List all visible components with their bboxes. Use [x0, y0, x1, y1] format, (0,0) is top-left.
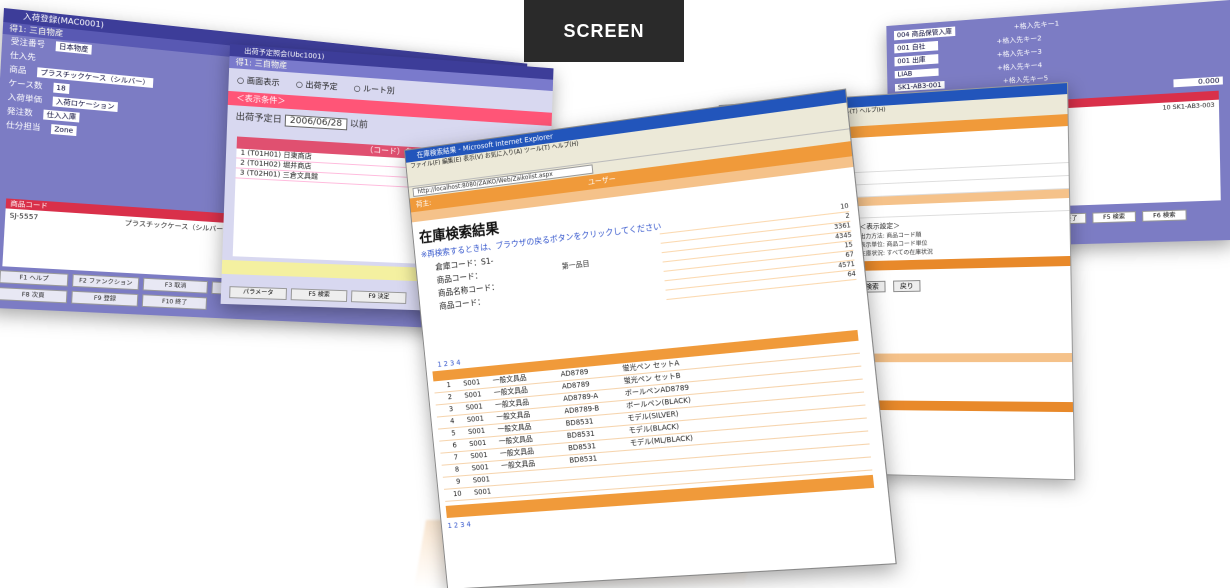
field-label: +格入先キー1 — [1013, 19, 1060, 31]
category — [504, 487, 572, 492]
screen-badge: SCREEN — [524, 0, 684, 62]
field-value[interactable]: 日本物産 — [55, 41, 92, 55]
category — [503, 475, 571, 480]
function-key-button[interactable]: F8 次頁 — [0, 287, 68, 304]
date-label: 出荷予定日 — [235, 112, 283, 126]
row-number: 8 — [454, 465, 460, 474]
result-list: 1 2 3 4 1 S001 一般文具品AD8789蛍光ペン セットA 2 S001 一般… — [431, 317, 875, 530]
grid-row-code: SJ-5557 — [9, 211, 39, 222]
field-label: ケース数 — [8, 78, 43, 91]
row-number: 5 — [450, 429, 457, 438]
field-value[interactable]: 001 出庫 — [894, 54, 939, 67]
field-value[interactable]: 仕入入庫 — [43, 109, 80, 123]
screenshot-collage: SCREEN 入荷登録(MAC0001) 得1: 三自物産 受注番号 日本物産 仕入… — [0, 0, 1230, 588]
row-number: 6 — [452, 441, 458, 450]
field-label: +格入先キー3 — [996, 47, 1042, 59]
function-key-button[interactable]: パラメータ — [229, 286, 288, 301]
row-number: 1 — [446, 380, 452, 390]
field-label: 仕入先 — [9, 50, 37, 63]
field-label: 受注番号 — [10, 36, 46, 50]
warehouse-code: S001 — [473, 487, 492, 497]
display-option[interactable]: ○ ルート別 — [353, 84, 394, 96]
field-label: 仕分担当 — [5, 120, 41, 133]
function-key-button[interactable]: F3 取消 — [142, 277, 209, 294]
field-value[interactable]: LIAB — [894, 68, 939, 79]
action-button[interactable]: 戻り — [893, 280, 921, 293]
field-label: 発注数 — [6, 106, 33, 118]
row-number: 7 — [453, 453, 459, 462]
function-key-button[interactable]: F5 検索 — [290, 288, 348, 303]
display-option[interactable]: ○ 画面表示 — [237, 76, 280, 88]
row-number: 4 — [449, 417, 455, 426]
function-key-button[interactable]: F10 終了 — [141, 294, 208, 310]
shipper-label: 荷主: — [415, 198, 432, 209]
display-option[interactable]: ○ 出荷予定 — [296, 80, 338, 92]
row-number: 9 — [455, 477, 461, 486]
settings-list: 出力方法: 商品コード順 表示単位: 商品コード単位 在庫状況: すべての在庫状況 — [860, 225, 1064, 258]
function-key-button[interactable]: F9 登録 — [71, 290, 139, 307]
field-value[interactable]: 18 — [52, 82, 70, 94]
function-key-button[interactable]: F9 決定 — [350, 290, 407, 304]
field-value[interactable]: 001 自社 — [894, 40, 939, 54]
date-suffix: 以前 — [349, 119, 368, 131]
field-label: +格入先キー2 — [996, 34, 1042, 46]
grid-row-desc: プラスチックケース（シルバー） — [124, 219, 231, 234]
function-keys: パラメータ F5 検索 F9 決定 — [229, 286, 407, 304]
function-key-button[interactable]: F2 ファンクション — [72, 274, 140, 291]
item-code — [572, 483, 634, 488]
field-label: 商品 — [8, 64, 27, 76]
function-key-button[interactable]: F1 ヘルプ — [0, 270, 69, 287]
item-name — [634, 472, 779, 483]
user-label: ユーザー — [587, 174, 617, 187]
item-code — [571, 470, 633, 475]
row-number: 3 — [448, 404, 454, 414]
row-number: 10 — [452, 489, 462, 499]
field-label: +格入先キー4 — [996, 61, 1043, 72]
function-key-button[interactable]: F5 検索 — [1092, 211, 1137, 224]
row-number: 2 — [447, 392, 453, 402]
function-key-button[interactable]: F6 検索 — [1142, 209, 1187, 222]
stock-search-result-window: 在庫検索結果 - Microsoft Internet Explorer ファイ… — [404, 88, 897, 588]
field-label: 入荷単価 — [7, 92, 43, 105]
date-input[interactable]: 2006/06/28 — [284, 114, 348, 131]
amount-field[interactable]: 0.000 — [1173, 76, 1223, 88]
field-value[interactable]: Zone — [50, 124, 77, 137]
